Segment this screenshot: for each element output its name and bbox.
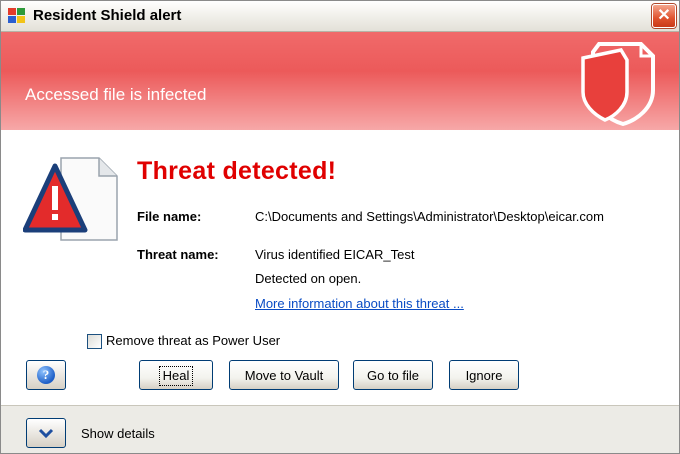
remove-power-user-checkbox[interactable]	[87, 334, 102, 349]
show-details-label[interactable]: Show details	[81, 426, 155, 441]
file-name-value: C:\Documents and Settings\Administrator\…	[255, 209, 604, 224]
threat-name-label: Threat name:	[137, 247, 219, 262]
move-to-vault-button[interactable]: Move to Vault	[229, 360, 339, 390]
chevron-down-icon	[38, 428, 54, 439]
title-bar[interactable]: Resident Shield alert ✕	[1, 1, 679, 32]
heal-button[interactable]: Heal	[139, 360, 213, 390]
help-icon: ?	[37, 366, 55, 384]
go-to-file-label: Go to file	[366, 368, 420, 383]
alert-banner: Accessed file is infected	[1, 32, 679, 130]
heal-button-label: Heal	[158, 366, 194, 386]
threat-name-value: Virus identified EICAR_Test	[255, 247, 415, 262]
go-to-file-button[interactable]: Go to file	[353, 360, 433, 390]
avg-logo-icon	[8, 8, 25, 23]
close-button[interactable]: ✕	[652, 4, 676, 28]
banner-text: Accessed file is infected	[25, 85, 207, 104]
show-details-button[interactable]	[26, 418, 66, 448]
ignore-label: Ignore	[465, 368, 503, 383]
footer-bar: Show details	[1, 405, 679, 453]
shield-icon	[581, 42, 655, 126]
move-to-vault-label: Move to Vault	[244, 368, 324, 383]
more-info-link[interactable]: More information about this threat ...	[255, 296, 464, 311]
remove-power-user-label[interactable]: Remove threat as Power User	[106, 333, 280, 348]
help-button[interactable]: ?	[26, 360, 66, 390]
file-name-label: File name:	[137, 209, 202, 224]
detected-note: Detected on open.	[255, 271, 362, 286]
threat-heading: Threat detected!	[137, 157, 337, 185]
alert-window: Resident Shield alert ✕ Accessed file is…	[0, 0, 680, 454]
window-title: Resident Shield alert	[33, 7, 182, 24]
warning-document-icon	[23, 157, 118, 241]
ignore-button[interactable]: Ignore	[449, 360, 519, 390]
